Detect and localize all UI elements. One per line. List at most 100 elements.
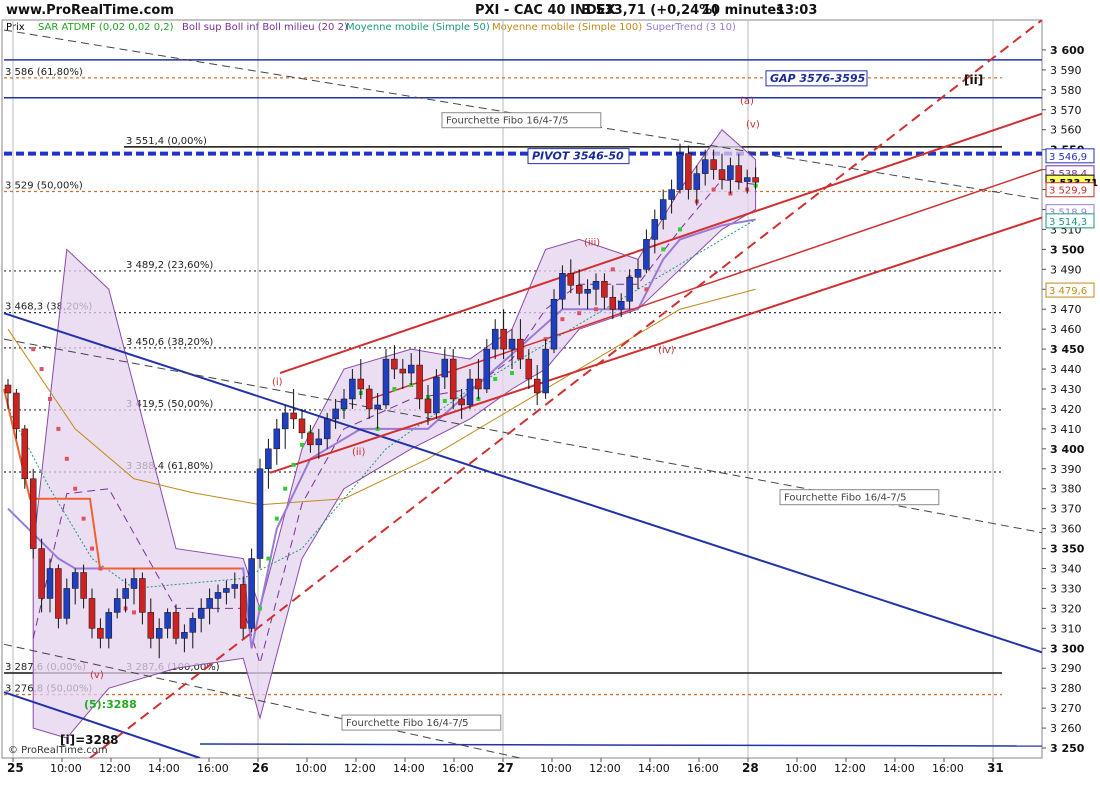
- candle-body: [231, 584, 239, 589]
- annotation-label: Fourchette Fibo 16/4-7/5: [784, 493, 907, 504]
- candle-body: [105, 612, 113, 639]
- sar-dot: [48, 396, 52, 401]
- last-price: 3 533,71 (+0,24%): [582, 3, 718, 18]
- candle-body: [332, 408, 339, 420]
- candle-body: [399, 368, 407, 374]
- x-tick-label: 10:00: [540, 762, 572, 775]
- candle-body: [113, 598, 121, 613]
- candle-body: [55, 568, 62, 619]
- y-tick-label: 3 340: [1050, 563, 1082, 576]
- candle-body: [256, 468, 264, 559]
- x-tick-label: 28: [742, 761, 759, 775]
- candle-body: [273, 428, 281, 450]
- y-tick-label: 3 460: [1050, 323, 1082, 336]
- sar-dot: [98, 566, 103, 571]
- candle-body: [382, 358, 390, 406]
- candle-body: [727, 165, 734, 180]
- candle-body: [416, 364, 423, 400]
- candle-body: [567, 273, 575, 286]
- price-tag-label: 3 514,3: [1049, 217, 1087, 228]
- y-tick-label: 3 590: [1050, 64, 1082, 77]
- candle-body: [609, 296, 617, 310]
- candle-body: [752, 177, 759, 183]
- annotation-label: PIVOT 3546-50: [532, 150, 624, 163]
- y-tick-label: 3 370: [1050, 503, 1082, 516]
- x-tick-label: 12:00: [344, 762, 376, 775]
- y-tick-label: 3 500: [1050, 243, 1085, 256]
- candle-body: [617, 300, 625, 310]
- candle-body: [46, 568, 54, 599]
- price-chart: www.ProRealTime.com PXI - CAC 40 INDEX 3…: [1, 3, 1098, 775]
- x-tick-label: 10:00: [785, 762, 817, 775]
- y-tick-label: 3 570: [1050, 104, 1082, 117]
- y-tick-label: 3 280: [1050, 682, 1082, 695]
- x-tick-label: 16:00: [197, 762, 229, 775]
- fibo-level-label: 3 551,4 (0,00%): [126, 136, 207, 147]
- y-tick-label: 3 440: [1050, 363, 1082, 376]
- x-tick-label: 12:00: [834, 762, 866, 775]
- candle-body: [458, 398, 465, 406]
- candle-body: [693, 173, 701, 190]
- y-tick-label: 3 430: [1050, 383, 1082, 396]
- candle-body: [29, 478, 37, 549]
- legend-item: SuperTrend (3 10): [646, 22, 736, 33]
- candle-body: [584, 289, 591, 294]
- candle-body: [743, 177, 751, 182]
- timeframe-label: 10 minutes: [702, 3, 784, 18]
- candle-body: [155, 628, 163, 639]
- fibo-level-label: 3 489,2 (23,60%): [126, 260, 213, 271]
- candle-body: [592, 281, 600, 290]
- y-tick-label: 3 400: [1050, 443, 1085, 456]
- candle-body: [4, 384, 12, 394]
- candle-body: [475, 378, 482, 390]
- candle-body: [643, 239, 650, 270]
- x-tick-label: 26: [252, 761, 269, 775]
- sar-dot: [493, 377, 498, 382]
- sar-dot: [81, 516, 86, 521]
- y-tick-label: 3 260: [1050, 722, 1082, 735]
- candle-body: [38, 548, 45, 599]
- candle-body: [172, 612, 180, 639]
- y-tick-label: 3 320: [1050, 602, 1082, 615]
- annotation-label: [ii]: [964, 73, 983, 87]
- candle-body: [281, 412, 289, 430]
- candle-body: [651, 219, 659, 240]
- candle-body: [139, 578, 146, 613]
- sar-dot: [610, 267, 615, 272]
- candle-body: [710, 159, 717, 170]
- candle-body: [441, 358, 449, 378]
- fibo-level-label: 3 450,6 (38,20%): [126, 337, 213, 348]
- y-tick-label: 3 470: [1050, 303, 1082, 316]
- candle-body: [424, 398, 432, 414]
- sar-dot: [594, 307, 598, 312]
- candle-body: [676, 153, 684, 190]
- site-label[interactable]: www.ProRealTime.com: [6, 3, 174, 18]
- annotation-label: Fourchette Fibo 16/4-7/5: [346, 718, 469, 729]
- sar-dot: [258, 606, 262, 611]
- sar-dot: [577, 311, 582, 316]
- sar-dot: [291, 462, 296, 467]
- candle-body: [449, 358, 457, 400]
- y-tick-label: 3 350: [1050, 543, 1085, 556]
- sar-dot: [644, 287, 649, 292]
- sar-dot: [56, 426, 61, 431]
- candle-body: [13, 392, 20, 430]
- candle-body: [298, 418, 306, 434]
- x-tick-label: 16:00: [687, 762, 719, 775]
- candle-body: [466, 378, 474, 406]
- candle-body: [340, 398, 348, 410]
- candle-body: [601, 281, 608, 298]
- y-tick-label: 3 310: [1050, 622, 1082, 635]
- candle-body: [533, 378, 541, 394]
- candle-body: [517, 338, 524, 360]
- sar-dot: [132, 610, 136, 615]
- time-axis: 25 10:00 12:00 14:00 16:00 26 10:00 12:00 14:00 1…: [7, 758, 1004, 775]
- x-tick-label: 12:00: [589, 762, 621, 775]
- clock-label: 13:03: [776, 3, 817, 18]
- sar-dot: [711, 187, 716, 192]
- sar-dot: [300, 442, 304, 447]
- fibo-level-label: 3 586 (61,80%): [5, 67, 83, 78]
- candle-body: [223, 588, 230, 593]
- sar-dot: [661, 247, 666, 252]
- y-tick-label: 3 380: [1050, 483, 1082, 496]
